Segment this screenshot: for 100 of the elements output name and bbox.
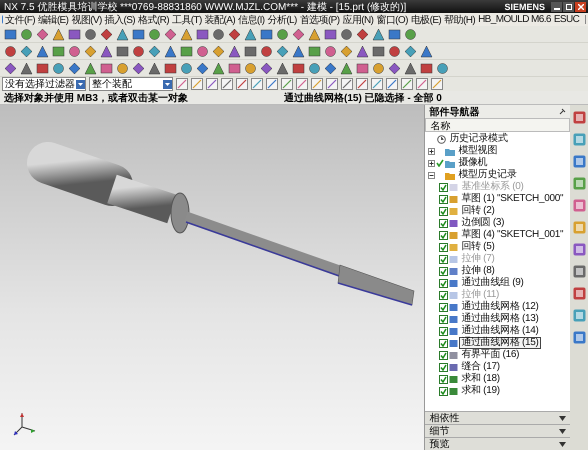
snap-icon[interactable] (281, 78, 293, 90)
tree-item[interactable]: 草图 (4) "SKETCH_001" (459, 229, 566, 241)
close-button[interactable] (575, 2, 586, 12)
toolbar-icon[interactable] (36, 62, 49, 74)
tree-item[interactable]: 回转 (5) (459, 241, 496, 253)
caret-icon[interactable] (559, 428, 566, 434)
tree-item[interactable]: 拉伸 (8) (459, 265, 496, 277)
tree-item[interactable]: 有界平面 (16) (459, 349, 522, 361)
snap-icon[interactable] (326, 78, 338, 90)
snap-icon[interactable] (431, 78, 443, 90)
menu-item[interactable]: ESUC (554, 14, 580, 25)
column-header[interactable]: 名称 (425, 118, 570, 132)
toolbar-icon[interactable] (196, 28, 209, 40)
snap-icon[interactable] (356, 78, 368, 90)
resource-tab-icon[interactable] (572, 287, 586, 300)
minimize-button[interactable] (551, 2, 562, 12)
toolbar-icon[interactable] (404, 28, 417, 40)
menu-item[interactable]: 应用(N) (342, 12, 374, 26)
resource-tab-icon[interactable] (572, 155, 586, 168)
checkbox[interactable] (439, 362, 448, 372)
tree-item[interactable]: 通过曲线网格 (12) (459, 301, 541, 313)
menu-item[interactable]: 分析(L) (268, 12, 297, 26)
toolbar-icon[interactable] (244, 62, 257, 74)
toolbar-icon[interactable] (132, 44, 145, 58)
resource-tab-icon[interactable] (572, 265, 586, 278)
resource-tab-icon[interactable] (572, 199, 586, 212)
toolbar-icon[interactable] (196, 44, 209, 58)
checkbox[interactable] (439, 230, 448, 240)
snap-icon[interactable] (341, 78, 353, 90)
menu-item[interactable]: HB_MOULD M6.6 (478, 14, 551, 25)
checkbox[interactable] (439, 326, 448, 336)
checkbox[interactable] (439, 290, 448, 300)
toolbar-icon[interactable] (372, 44, 385, 58)
pin-icon[interactable] (559, 108, 566, 115)
tree-item[interactable]: 历史记录模式 (447, 133, 510, 145)
checkbox[interactable] (439, 302, 448, 312)
toolbar-icon[interactable] (132, 28, 145, 40)
checkbox[interactable] (439, 386, 448, 396)
toolbar-icon[interactable] (388, 28, 401, 40)
toolbar-icon[interactable] (84, 28, 97, 40)
toolbar-icon[interactable] (228, 62, 241, 74)
toolbar-icon[interactable] (180, 62, 193, 74)
caret-icon[interactable] (559, 442, 566, 446)
menu-item[interactable]: 文件(F) (5, 12, 36, 26)
toolbar-icon[interactable] (260, 44, 273, 58)
tree-item[interactable]: 通过曲线网格 (14) (459, 325, 541, 337)
toolbar-icon[interactable] (180, 44, 193, 58)
tree-item[interactable]: 缝合 (17) (459, 361, 502, 373)
assembly-scope-dropdown[interactable]: 整个装配 (89, 77, 173, 91)
resource-tab-icon[interactable] (572, 243, 586, 256)
toolbar-icon[interactable] (292, 62, 305, 74)
checkbox[interactable] (439, 254, 448, 264)
snap-icon[interactable] (401, 78, 413, 90)
snap-icon[interactable] (206, 78, 218, 90)
menu-item[interactable]: 编辑(E) (38, 12, 68, 26)
toolbar-icon[interactable] (4, 44, 17, 58)
toolbar-icon[interactable] (212, 28, 225, 40)
toolbar-icon[interactable] (324, 44, 337, 58)
toolbar-icon[interactable] (20, 28, 33, 40)
snap-icon[interactable] (251, 78, 263, 90)
resource-tab-icon[interactable] (572, 111, 586, 124)
snap-icon[interactable] (221, 78, 233, 90)
toolbar-icon[interactable] (116, 62, 129, 74)
snap-icon[interactable] (416, 78, 428, 90)
menu-item[interactable]: 格式(R) (138, 12, 169, 26)
toolbar-icon[interactable] (4, 28, 17, 40)
toolbar-icon[interactable] (100, 62, 113, 74)
toolbar-icon[interactable] (244, 44, 257, 58)
snap-icon[interactable] (236, 78, 248, 90)
checkbox[interactable] (439, 338, 448, 348)
checkbox[interactable] (439, 374, 448, 384)
menu-item[interactable]: 插入(S) (104, 12, 136, 26)
tree-item[interactable]: 通过曲线组 (9) (459, 277, 526, 289)
snap-icon[interactable] (191, 78, 203, 90)
collapsible-panel-header[interactable]: 细节 (425, 424, 570, 437)
toolbar-icon[interactable] (164, 62, 177, 74)
tree-item[interactable]: 通过曲线网格 (13) (459, 313, 541, 325)
resource-tab-icon[interactable] (572, 331, 586, 344)
tree-item[interactable]: 求和 (19) (459, 385, 502, 397)
menu-item[interactable]: 帮助(H) (444, 12, 476, 26)
snap-icon[interactable] (371, 78, 383, 90)
collapse-icon[interactable] (428, 172, 436, 178)
toolbar-icon[interactable] (52, 44, 65, 58)
toolbar-icon[interactable] (420, 62, 433, 74)
expand-icon[interactable] (428, 160, 436, 166)
collapsible-panel-header[interactable]: 相依性 (425, 411, 570, 424)
tree-item[interactable]: 模型历史记录 (456, 169, 518, 181)
checkbox[interactable] (439, 206, 448, 216)
menu-item[interactable]: 装配(A) (204, 12, 236, 26)
dropdown-arrow-icon[interactable] (163, 80, 172, 88)
toolbar-icon[interactable] (388, 44, 401, 58)
checkbox[interactable] (439, 266, 448, 276)
menu-item[interactable]: 视图(V) (71, 12, 102, 26)
menu-item[interactable]: 工具(T) (172, 12, 202, 26)
tree-item[interactable]: 边倒圆 (3) (459, 217, 506, 229)
snap-icon[interactable] (386, 78, 398, 90)
toolbar-icon[interactable] (148, 28, 161, 40)
tree-item[interactable]: 草图 (1) "SKETCH_000" (459, 193, 566, 205)
tree-item[interactable]: 回转 (2) (459, 205, 496, 217)
dropdown-arrow-icon[interactable] (76, 80, 85, 88)
